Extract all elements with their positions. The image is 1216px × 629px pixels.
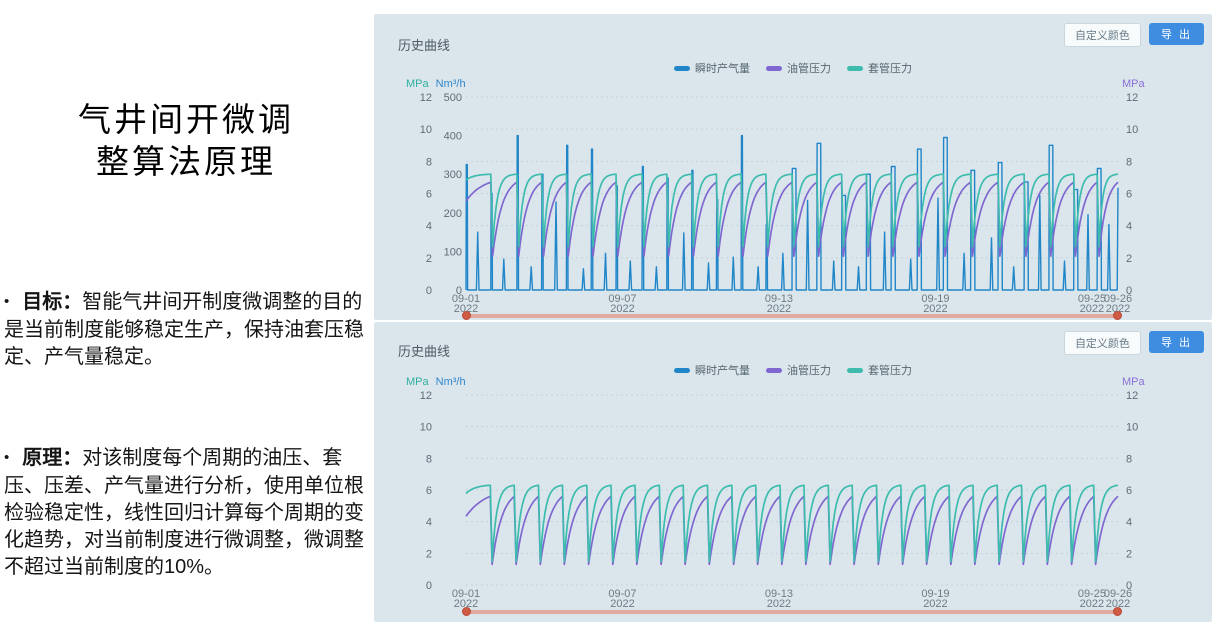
axis-tick-label: 4 [426, 221, 432, 233]
axis-tick-label: 4 [1126, 517, 1132, 529]
history-chart-top[interactable]: 002244668810101212010020030040050009-012… [374, 14, 1212, 320]
axis-tick-label: 100 [444, 246, 462, 258]
bullet-principle: •原理：对该制度每个周期的油压、套压、压差、产气量进行分析，使用单位根检验稳定性… [4, 445, 364, 581]
history-panel-top: 历史曲线 自定义颜色 导 出 瞬时产气量 油管压力 套管压力 MPaNm³/h … [374, 14, 1212, 320]
slide-title-line2: 整算法原理 [0, 142, 372, 184]
axis-tick-label: 10 [1126, 422, 1138, 434]
bullet-icon: • [4, 444, 9, 471]
axis-tick-label: 12 [1126, 390, 1138, 402]
bullet-goal: •目标：智能气井间开制度微调整的目的是当前制度能够稳定生产，保持油套压稳定、产气… [4, 289, 364, 371]
axis-tick-label: 200 [444, 208, 462, 220]
bullet-principle-label: 原理： [22, 447, 82, 469]
slider-track[interactable] [466, 314, 1118, 318]
axis-tick-label: 12 [420, 390, 432, 402]
slide-title: 气井间开微调 整算法原理 [0, 100, 372, 184]
axis-tick-label: 0 [426, 580, 432, 592]
slider-handle-right[interactable] [1113, 311, 1122, 320]
axis-tick-label: 2 [1126, 548, 1132, 560]
axis-tick-label: 10 [420, 422, 432, 434]
slide-title-line1: 气井间开微调 [0, 100, 372, 142]
axis-tick-label: 12 [1126, 92, 1138, 104]
axis-tick-label: 8 [426, 156, 432, 168]
date-range-slider [466, 311, 1118, 320]
axis-tick-label: 500 [444, 92, 462, 104]
axis-tick-label: 8 [1126, 156, 1132, 168]
axis-tick-label: 0 [426, 285, 432, 297]
axis-tick-label: 10 [1126, 124, 1138, 136]
axis-tick-label: 6 [1126, 189, 1132, 201]
slider-track[interactable] [466, 610, 1118, 614]
history-panel-bottom: 历史曲线 自定义颜色 导 出 瞬时产气量 油管压力 套管压力 MPaNm³/h … [374, 322, 1212, 622]
slider-handle-right[interactable] [1113, 607, 1122, 616]
slide-text-column: 气井间开微调 整算法原理 •目标：智能气井间开制度微调整的目的是当前制度能够稳定… [0, 0, 372, 629]
axis-tick-label: 2 [426, 548, 432, 560]
page: 气井间开微调 整算法原理 •目标：智能气井间开制度微调整的目的是当前制度能够稳定… [0, 0, 1216, 629]
axis-tick-label: 2 [426, 253, 432, 265]
axis-tick-label: 4 [426, 517, 432, 529]
axis-tick-label: 400 [444, 131, 462, 143]
axis-tick-label: 4 [1126, 221, 1132, 233]
date-range-slider [466, 607, 1118, 616]
axis-tick-label: 8 [426, 453, 432, 465]
bullet-icon: • [4, 288, 9, 315]
axis-tick-label: 6 [1126, 485, 1132, 497]
axis-tick-label: 8 [1126, 453, 1132, 465]
bullet-goal-label: 目标： [22, 291, 82, 313]
axis-tick-label: 10 [420, 124, 432, 136]
slider-handle-left[interactable] [462, 311, 471, 320]
history-chart-bottom[interactable]: 00224466881010121209-01202209-07202209-1… [374, 322, 1212, 622]
slider-handle-left[interactable] [462, 607, 471, 616]
axis-tick-label: 2 [1126, 253, 1132, 265]
axis-tick-label: 6 [426, 189, 432, 201]
axis-tick-label: 12 [420, 92, 432, 104]
axis-tick-label: 6 [426, 485, 432, 497]
axis-tick-label: 300 [444, 169, 462, 181]
